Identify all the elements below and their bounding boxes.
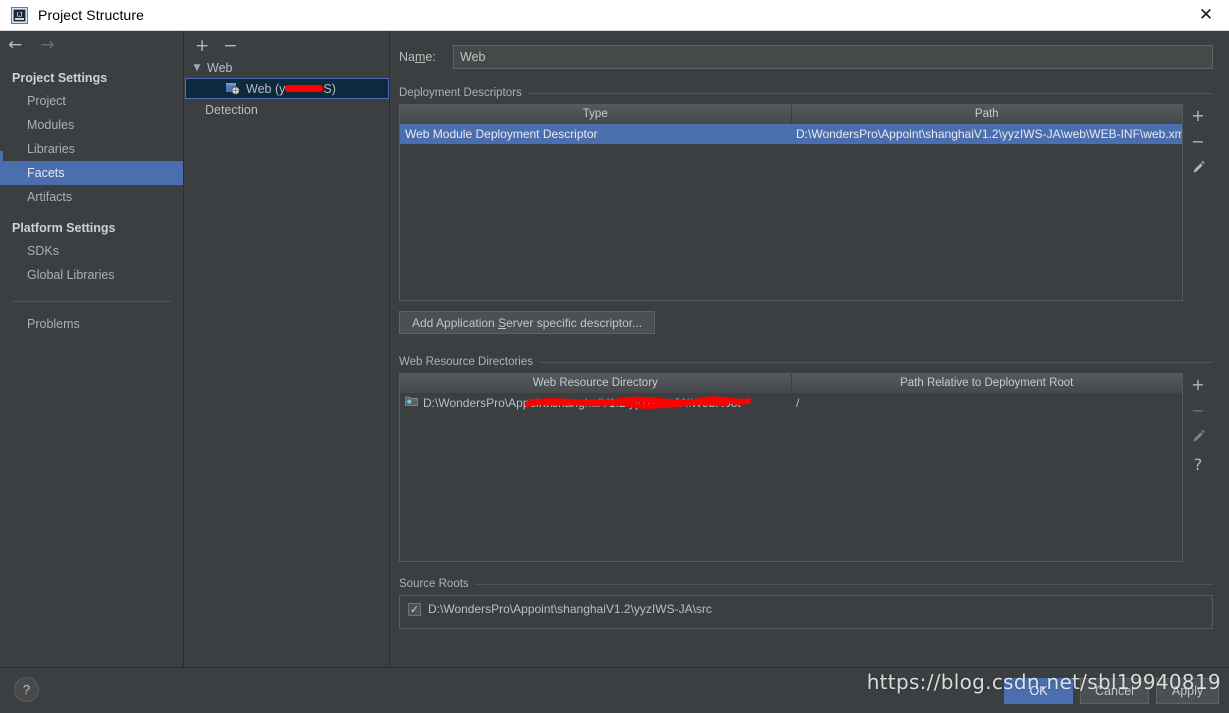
sidebar-item-artifacts[interactable]: Artifacts: [0, 185, 183, 209]
section-title: Deployment Descriptors: [399, 87, 522, 99]
path-suffix: -JA\WebRoot: [669, 396, 741, 410]
sidebar-group-platform-settings: Platform Settings: [12, 221, 116, 235]
cell-path: D:\WondersPro\Appoint\shanghaiV1.2\yyzIW…: [796, 127, 1182, 141]
section-title: Source Roots: [399, 578, 469, 590]
web-facet-icon: [226, 82, 240, 95]
minus-icon[interactable]: −: [1191, 403, 1204, 419]
settings-sidebar: ← → Project Settings Project Modules Lib…: [0, 31, 184, 667]
section-divider: [527, 92, 1213, 94]
source-root-checkbox[interactable]: ✓: [408, 602, 421, 616]
sidebar-item-modules[interactable]: Modules: [0, 113, 183, 137]
table-row[interactable]: D:\WondersPro\Appoint\shanghaiV1.2\yyzIW…: [400, 393, 1182, 413]
plus-icon[interactable]: +: [1191, 377, 1204, 393]
tree-node-web-root[interactable]: ▼ Web: [185, 57, 389, 78]
section-title: Web Resource Directories: [399, 356, 534, 368]
facet-detail-panel: Name: Deployment Descriptors Type Path W…: [391, 31, 1229, 667]
help-button[interactable]: ?: [14, 677, 39, 702]
tree-node-label: Detection: [205, 102, 258, 117]
deployment-descriptors-toolbar: + −: [1183, 104, 1213, 301]
question-icon[interactable]: ?: [1194, 457, 1203, 473]
source-root-path: D:\WondersPro\Appoint\shanghaiV1.2\yyzIW…: [428, 602, 712, 616]
source-roots-section: Source Roots ✓ D:\WondersPro\Appoint\sha…: [399, 578, 1213, 629]
table-row[interactable]: Web Module Deployment Descriptor D:\Wond…: [400, 124, 1182, 144]
section-divider: [474, 583, 1213, 585]
window-titlebar: IJ Project Structure ✕: [0, 0, 1229, 31]
name-label: Name:: [399, 50, 436, 64]
path-redacted: point\shanghaiV1.2\yyzIWS: [522, 396, 670, 410]
sidebar-group-project-settings: Project Settings: [12, 71, 108, 85]
navigation-arrows: ← →: [0, 31, 183, 59]
column-header-type[interactable]: Type: [400, 105, 792, 124]
cell-web-resource-directory: D:\WondersPro\Appoint\shanghaiV1.2\yyzIW…: [400, 393, 791, 413]
cell-path-text: D:\WondersPro\Appoint\shanghaiV1.2\yyzIW…: [423, 393, 751, 413]
column-header-web-resource-directory[interactable]: Web Resource Directory: [400, 374, 792, 393]
redaction-mark: [285, 84, 324, 92]
path-prefix: D:\WondersPro\Ap: [423, 396, 523, 410]
add-application-server-descriptor-button[interactable]: Add Application Server specific descript…: [399, 311, 656, 334]
section-divider: [539, 361, 1213, 363]
close-icon[interactable]: ✕: [1183, 0, 1229, 30]
column-header-path-relative[interactable]: Path Relative to Deployment Root: [791, 374, 1182, 393]
pencil-icon[interactable]: [1191, 160, 1206, 178]
cancel-button[interactable]: Cancel: [1080, 678, 1149, 704]
dialog-button-bar: ? OK Cancel Apply: [0, 667, 1229, 713]
chevron-down-icon[interactable]: ▼: [189, 63, 205, 73]
sidebar-item-facets[interactable]: Facets: [0, 161, 183, 185]
cell-type: Web Module Deployment Descriptor: [405, 127, 598, 141]
arrow-left-icon[interactable]: ←: [8, 36, 22, 54]
web-resource-directories-table-wrap: Web Resource Directory Path Relative to …: [399, 373, 1213, 562]
folder-icon: [405, 393, 418, 413]
name-input[interactable]: [453, 45, 1213, 69]
minus-icon[interactable]: −: [1191, 134, 1204, 150]
list-item[interactable]: ✓ D:\WondersPro\Appoint\shanghaiV1.2\yyz…: [400, 602, 1212, 616]
sidebar-item-sdks[interactable]: SDKs: [0, 239, 183, 263]
cell-relative-path: /: [796, 396, 800, 410]
facets-tree-toolbar: + −: [185, 31, 389, 57]
name-row: Name:: [391, 31, 1229, 69]
tree-node-label-suffix: S): [323, 81, 336, 96]
source-roots-list: ✓ D:\WondersPro\Appoint\shanghaiV1.2\yyz…: [399, 595, 1213, 629]
sidebar-item-libraries[interactable]: Libraries: [0, 137, 183, 161]
minus-icon[interactable]: −: [223, 37, 237, 55]
svg-text:IJ: IJ: [16, 12, 21, 19]
tree-node-label: Web: [207, 60, 233, 75]
section-header: Web Resource Directories: [399, 356, 1213, 368]
deployment-descriptors-table-wrap: Type Path Web Module Deployment Descript…: [399, 104, 1213, 301]
web-resource-directories-toolbar: + − ?: [1183, 373, 1213, 562]
sidebar-item-problems[interactable]: Problems: [0, 312, 183, 336]
accent-strip-top: [0, 151, 3, 173]
table-header-row: Type Path: [400, 105, 1182, 124]
section-header: Source Roots: [399, 578, 1213, 590]
web-resource-directories-table: Web Resource Directory Path Relative to …: [399, 373, 1183, 562]
plus-icon[interactable]: +: [1191, 108, 1204, 124]
sidebar-divider: [12, 301, 171, 302]
plus-icon[interactable]: +: [195, 37, 209, 55]
section-header: Deployment Descriptors: [399, 87, 1213, 99]
tree-node-web-facet[interactable]: Web (y S): [185, 78, 389, 99]
tree-node-detection[interactable]: Detection: [185, 99, 389, 120]
pencil-icon[interactable]: [1191, 429, 1206, 447]
tree-node-label-prefix: Web (y: [246, 81, 286, 96]
sidebar-item-global-libraries[interactable]: Global Libraries: [0, 263, 183, 287]
ok-button[interactable]: OK: [1004, 678, 1073, 704]
sidebar-item-project[interactable]: Project: [0, 89, 183, 113]
apply-button[interactable]: Apply: [1156, 678, 1219, 704]
intellij-idea-icon: IJ: [10, 6, 28, 24]
tree-node-label: Web (y S): [246, 82, 336, 96]
table-header-row: Web Resource Directory Path Relative to …: [400, 374, 1182, 393]
column-header-path[interactable]: Path: [791, 105, 1182, 124]
web-resource-directories-section: Web Resource Directories Web Resource Di…: [399, 356, 1213, 562]
facets-tree-panel: + − ▼ Web Web (y S) Detection: [185, 31, 390, 667]
window-title: Project Structure: [38, 7, 144, 23]
deployment-descriptors-table: Type Path Web Module Deployment Descript…: [399, 104, 1183, 301]
arrow-right-icon[interactable]: →: [40, 36, 54, 54]
deployment-descriptors-section: Deployment Descriptors Type Path Web Mod…: [399, 87, 1213, 334]
